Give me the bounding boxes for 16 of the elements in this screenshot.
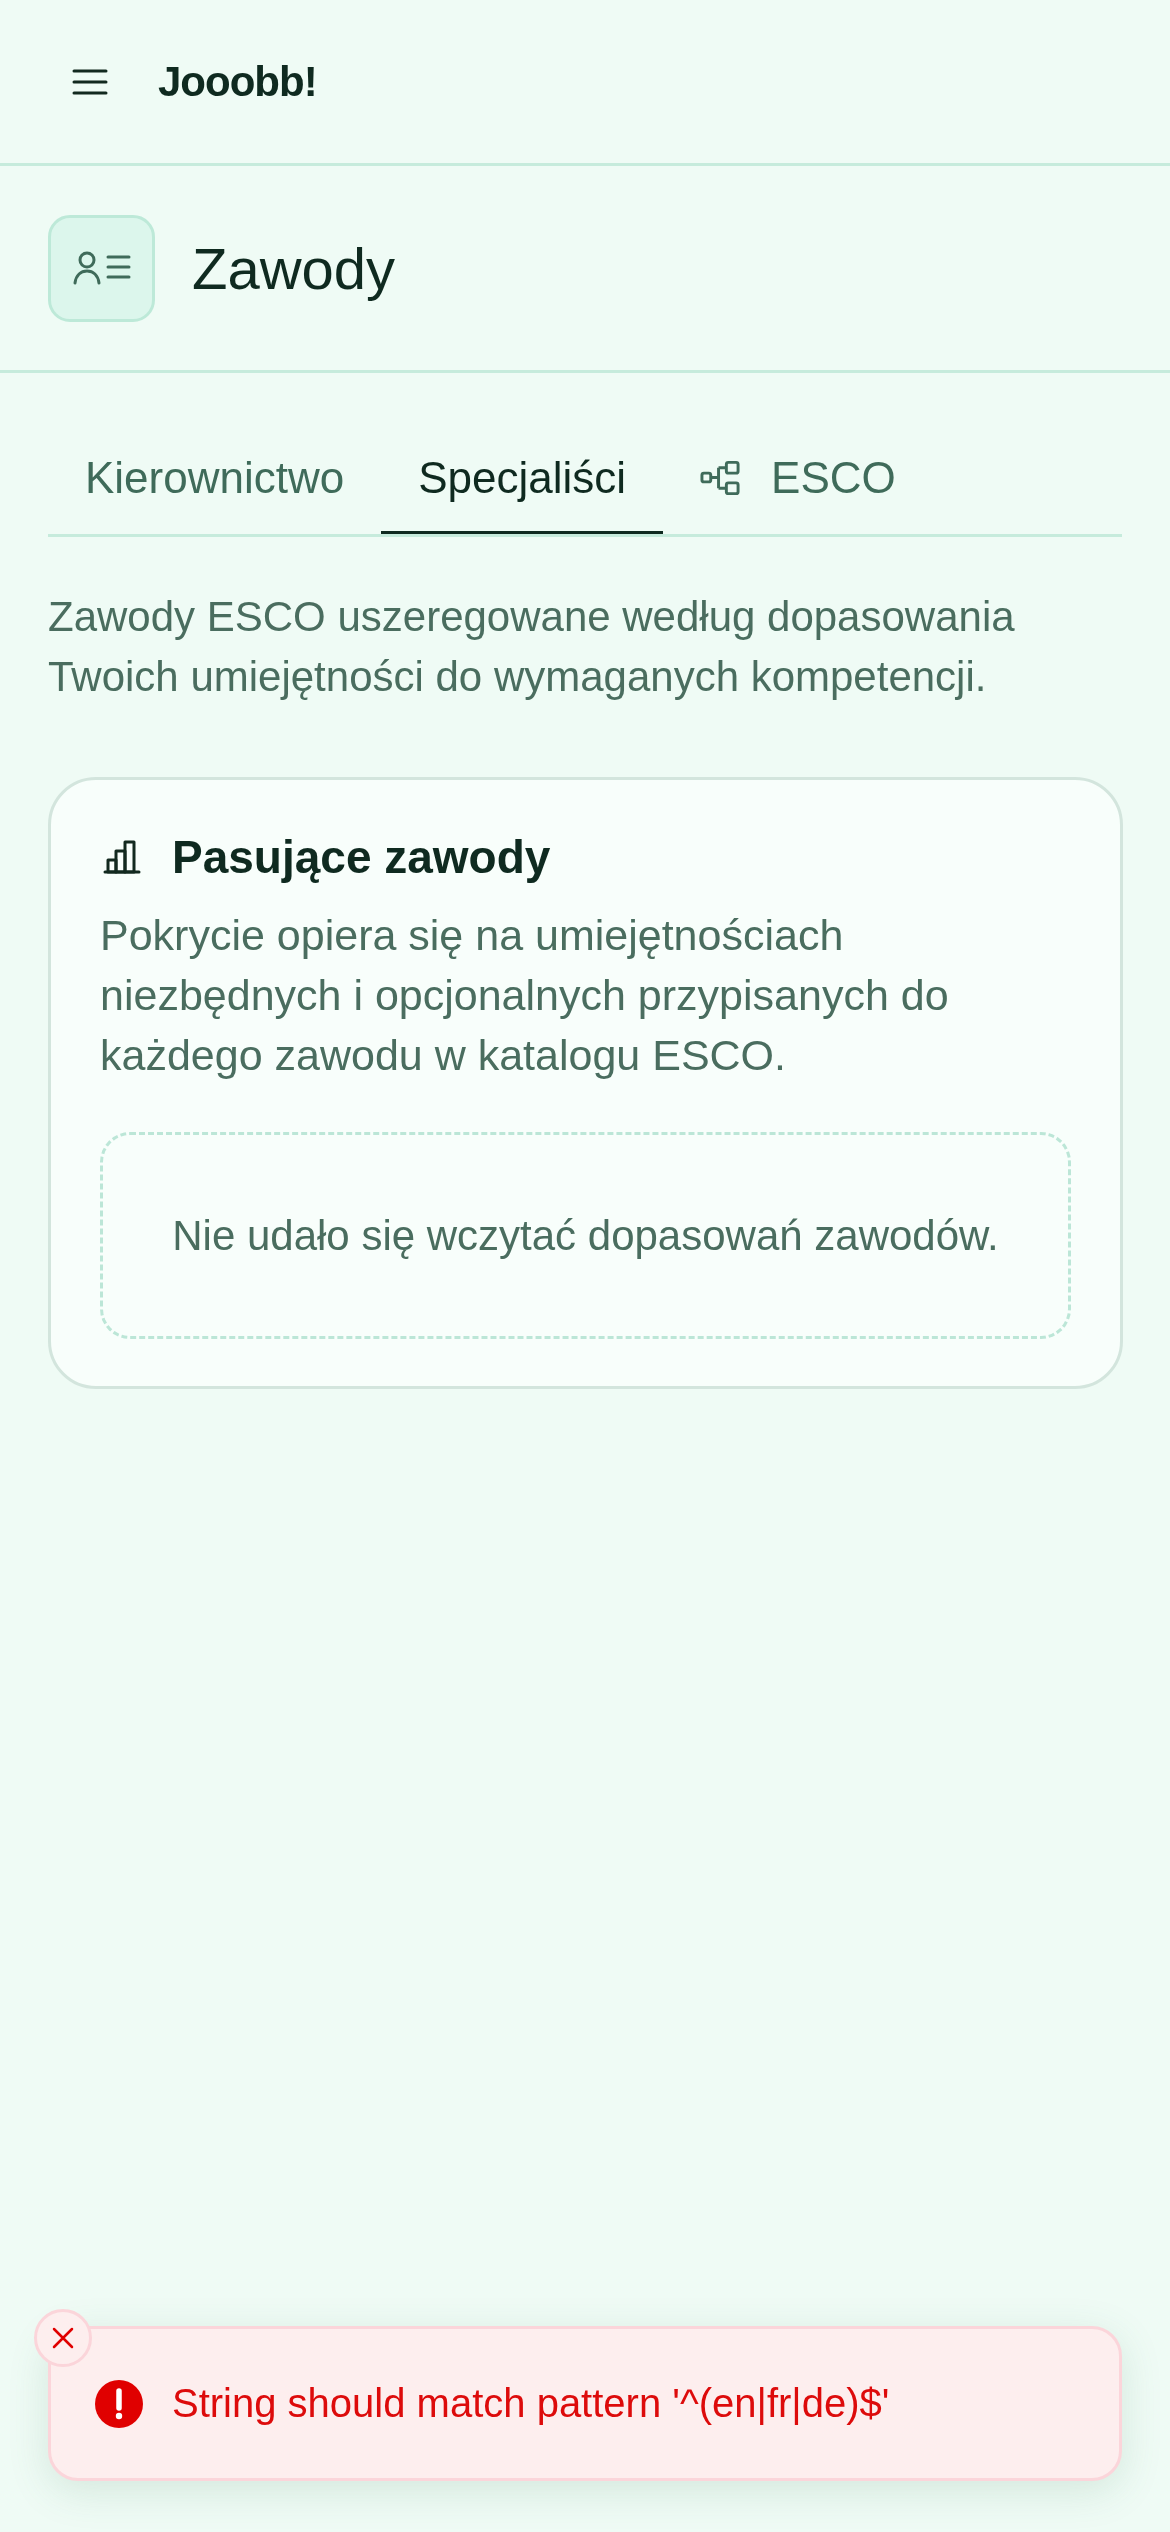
card-description: Pokrycie opiera się na umiejętnościach niezbędnych i opcjonalnych przypisanych do każdego zawodu w katalogu ESCO. <box>100 910 950 1081</box>
page-title: Zawody <box>192 234 396 302</box>
bar-chart-icon <box>103 840 141 874</box>
tab[interactable]: ESCO <box>663 424 933 534</box>
page-description: Zawody ESCO uszeregowane według dopasowania Twoich umiejętności do wymaganych kompetencji. <box>48 592 1016 702</box>
close-icon <box>52 2327 74 2349</box>
person-list-icon <box>48 214 155 322</box>
hierarchy-icon <box>700 459 742 496</box>
toast-message: String should match pattern '^(en|fr|de)$' <box>172 2381 890 2426</box>
empty-state-message: Nie udało się wczytać dopasowań zawodów. <box>172 1211 999 1260</box>
tab[interactable]: Specjaliści <box>381 424 664 534</box>
tab[interactable]: Kierownictwo <box>48 424 382 534</box>
error-icon <box>95 2379 143 2428</box>
card-title: Pasujące zawody <box>172 830 551 884</box>
app-logo[interactable]: Jooobb! <box>158 57 317 106</box>
menu-icon[interactable] <box>72 68 108 95</box>
